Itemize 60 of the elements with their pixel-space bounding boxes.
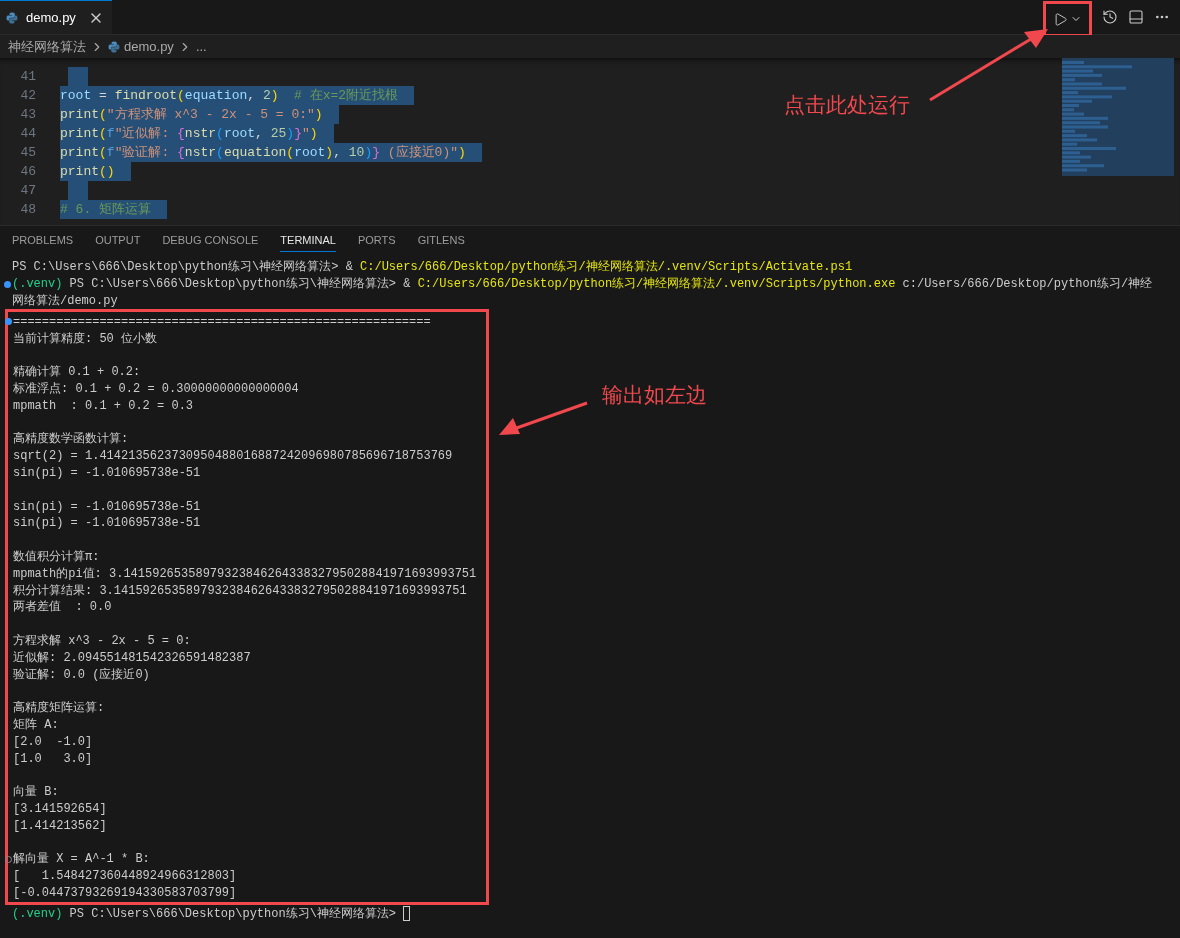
terminal-line: 数值积分计算π:	[13, 548, 100, 566]
terminal-line: (.venv) PS C:\Users\666\Desktop\python练习\神经网络算法>	[12, 905, 398, 923]
terminal-line: sin(pi) = -1.010695738e-51	[13, 498, 201, 516]
terminal-line: 高精度矩阵运算:	[13, 700, 105, 718]
terminal-line: [ 1.548427360448924966312803]	[13, 868, 237, 886]
terminal-line: 网络算法/demo.py	[12, 293, 118, 310]
terminal-line: 积分计算结果: 3.1415926535897932384626433832795028841971693993751	[13, 582, 467, 600]
terminal-line: 两者差值 : 0.0	[13, 599, 112, 617]
panel-tab[interactable]: TERMINAL	[280, 230, 336, 252]
play-icon	[1053, 11, 1068, 27]
python-file-icon	[108, 40, 120, 53]
line-number: 43	[19, 105, 36, 124]
terminal-line: mpmath : 0.1 + 0.2 = 0.3	[13, 397, 194, 415]
terminal-line: 高精度数学函数计算:	[13, 431, 129, 449]
panel-tab[interactable]: DEBUG CONSOLE	[162, 230, 259, 252]
terminal-line: [-0.04473793269194330583703799]	[13, 884, 237, 902]
panel-tab[interactable]: GITLENS	[417, 230, 465, 252]
terminal-line: PS C:\Users\666\Desktop\python练习\神经网络算法> & C:/Users/666/Desktop/python练习/神经网络算法/.venv/Scripts/Activate.ps1	[12, 259, 853, 277]
command-status-icon	[4, 280, 11, 288]
run-button[interactable]	[1053, 11, 1082, 27]
terminal-line: 标准浮点: 0.1 + 0.2 = 0.30000000000000004	[13, 381, 299, 398]
line-number: 45	[19, 143, 36, 162]
terminal-line: 近似解: 2.094551481542326591482387	[13, 649, 251, 667]
panel-tab[interactable]: PORTS	[357, 230, 396, 252]
terminal-line: 解向量 X = A^-1 * B:	[13, 851, 150, 869]
annotation-label: 输出如左边	[602, 382, 707, 408]
terminal-line: [1.414213562]	[13, 817, 107, 835]
line-number: 42	[19, 86, 36, 105]
python-file-icon	[6, 11, 18, 24]
terminal-line: [1.0 3.0]	[13, 750, 93, 768]
terminal-line: sin(pi) = -1.010695738e-51	[13, 515, 201, 533]
split-layout-icon[interactable]	[1128, 9, 1144, 25]
panel-tab[interactable]: PROBLEMS	[12, 230, 74, 252]
breadcrumb-item[interactable]: 神经网络算法	[8, 36, 86, 57]
terminal-line: 验证解: 0.0 (应接近0)	[13, 666, 150, 684]
terminal-line: (.venv) PS C:\Users\666\Desktop\python练习\神经网络算法> & C:/Users/666/Desktop/python练习/神经网络算法/.venv/Scripts/python.exe c:/Users/666/Desktop/python练习/神经	[12, 276, 1153, 294]
editor-tab[interactable]: demo.py	[0, 0, 112, 34]
terminal-line: mpmath的pi值: 3.1415926535897932384626433832795028841971693993751	[13, 565, 477, 583]
terminal-line: 当前计算精度: 50 位小数	[13, 330, 157, 348]
terminal-line: [3.141592654]	[13, 800, 107, 818]
terminal-line: [2.0 -1.0]	[13, 733, 93, 751]
breadcrumb-item[interactable]: demo.py	[124, 36, 174, 57]
line-number: 46	[19, 162, 36, 181]
terminal-line: ==========================================================	[13, 313, 431, 331]
terminal-line: sin(pi) = -1.010695738e-51	[13, 464, 201, 482]
breadcrumb-item[interactable]: ...	[195, 36, 207, 57]
history-icon[interactable]	[1102, 9, 1118, 25]
terminal-line: 向量 B:	[13, 784, 59, 802]
panel-tab[interactable]: OUTPUT	[95, 230, 141, 252]
annotation-label: 点击此处运行	[784, 92, 910, 118]
terminal-line: sqrt(2) = 1.4142135623730950488016887242096980785696718753769	[13, 448, 453, 466]
line-number: 44	[19, 124, 36, 143]
cursor	[403, 906, 411, 922]
command-status-icon	[5, 318, 12, 326]
line-number: 47	[19, 181, 36, 200]
line-number: 48	[19, 200, 36, 219]
terminal-line: 精确计算 0.1 + 0.2:	[13, 364, 141, 382]
terminal-line: 矩阵 A:	[13, 716, 59, 734]
terminal-line: 方程求解 x^3 - 2x - 5 = 0:	[13, 632, 191, 650]
line-number: 41	[19, 67, 36, 86]
